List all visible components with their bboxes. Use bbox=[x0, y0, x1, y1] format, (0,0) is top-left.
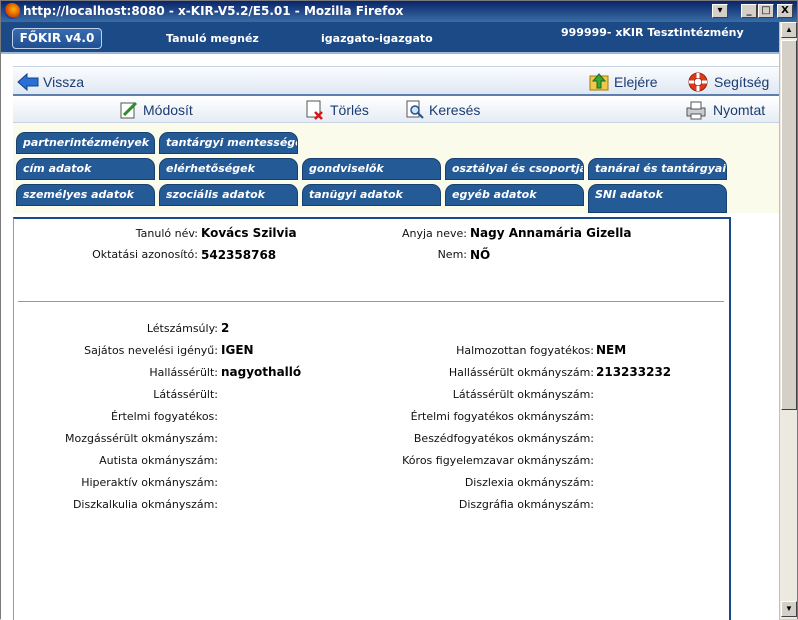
help-button[interactable]: Segítség bbox=[687, 71, 775, 93]
halmozottan-label: Halmozottan fogyatékos: bbox=[456, 344, 594, 357]
diszkalkulia-okmanyszam-label: Diszkalkulia okmányszám: bbox=[72, 498, 218, 511]
maximize-button[interactable]: □ bbox=[758, 4, 774, 18]
tab-egyeb-adatok[interactable]: egyéb adatok bbox=[445, 184, 584, 206]
sex-value: NŐ bbox=[470, 248, 491, 262]
minimize-button[interactable]: _ bbox=[741, 4, 757, 18]
tab-osztalyai-es-csoportjai[interactable]: osztályai és csoportjai bbox=[445, 158, 584, 180]
vertical-scrollbar[interactable]: ▲ ▼ bbox=[779, 22, 797, 619]
student-id-value: 542358768 bbox=[201, 248, 277, 262]
tab-elerhetosegek[interactable]: elérhetőségek bbox=[159, 158, 298, 180]
user-name: igazgato-igazgato bbox=[321, 32, 433, 45]
mother-name-value: Nagy Annamária Gizella bbox=[470, 226, 632, 240]
scroll-down-button[interactable]: ▼ bbox=[781, 601, 797, 617]
window-menu-button[interactable]: ▾ bbox=[712, 4, 728, 18]
diszlexia-okmanyszam-label: Diszlexia okmányszám: bbox=[464, 476, 594, 489]
letszamsuly-value: 2 bbox=[221, 321, 230, 335]
hiperaktiv-okmanyszam-label: Hiperaktív okmányszám: bbox=[81, 476, 218, 489]
page-content: FŐKIR v4.0 Tanuló megnéz igazgato-igazga… bbox=[1, 22, 779, 620]
tab-strip: partnerintézmények tantárgyi mentességek… bbox=[13, 123, 779, 213]
lifebuoy-icon bbox=[688, 72, 708, 92]
printer-icon bbox=[686, 101, 706, 120]
hallasserult-value: nagyothalló bbox=[221, 365, 302, 379]
back-arrow-icon bbox=[17, 73, 39, 91]
browser-window: http://localhost:8080 - x-KIR-V5.2/E5.01… bbox=[0, 0, 798, 620]
sex-label: Nem: bbox=[437, 248, 467, 261]
mother-name-label: Anyja neve: bbox=[401, 227, 467, 240]
tab-cim-adatok[interactable]: cím adatok bbox=[16, 158, 155, 180]
latasserult-label: Látássérült: bbox=[153, 388, 218, 401]
student-id-label: Oktatási azonosító: bbox=[92, 248, 198, 261]
student-name-label: Tanuló név: bbox=[135, 227, 198, 240]
hallasserult-label: Hallássérült: bbox=[149, 366, 218, 379]
close-button[interactable]: X bbox=[777, 4, 793, 18]
ertelmi-fogyatekos-okmanyszam-label: Értelmi fogyatékos okmányszám: bbox=[410, 410, 594, 423]
help-label: Segítség bbox=[714, 74, 770, 90]
delete-button[interactable]: Törlés bbox=[305, 99, 375, 121]
app-header: FŐKIR v4.0 Tanuló megnéz igazgato-igazga… bbox=[1, 22, 779, 54]
action-toolbar: Módosít Törlés Keresés Nyomtat bbox=[13, 97, 779, 123]
firefox-icon bbox=[4, 3, 20, 19]
autista-okmanyszam-label: Autista okmányszám: bbox=[99, 454, 218, 467]
window-title: http://localhost:8080 - x-KIR-V5.2/E5.01… bbox=[23, 4, 404, 18]
tab-gondviselok[interactable]: gondviselők bbox=[302, 158, 441, 180]
back-label: Vissza bbox=[43, 74, 84, 90]
edit-icon bbox=[120, 101, 138, 119]
mozgasserult-okmanyszam-label: Mozgássérült okmányszám: bbox=[64, 432, 218, 445]
tab-tanarai-es-tantargyai[interactable]: tanárai és tantárgyai bbox=[588, 158, 727, 180]
latasserult-okmanyszam-label: Látássérült okmányszám: bbox=[452, 388, 594, 401]
student-name-value: Kovács Szilvia bbox=[201, 226, 297, 240]
print-button[interactable]: Nyomtat bbox=[685, 99, 775, 121]
module-name: Tanuló megnéz bbox=[166, 32, 259, 45]
tab-tantargyi-mentessegek[interactable]: tantárgyi mentességek bbox=[159, 132, 298, 154]
tab-szocialis-adatok[interactable]: szociális adatok bbox=[159, 184, 298, 206]
modify-button[interactable]: Módosít bbox=[119, 99, 199, 121]
app-logo: FŐKIR v4.0 bbox=[12, 28, 102, 49]
first-page-button[interactable]: Elejére bbox=[589, 71, 669, 93]
scroll-thumb[interactable] bbox=[781, 40, 797, 410]
modify-label: Módosít bbox=[143, 102, 193, 118]
koros-figyelemzavar-okmanyszam-label: Kóros figyelemzavar okmányszám: bbox=[402, 454, 594, 467]
delete-label: Törlés bbox=[330, 102, 369, 118]
folder-up-icon bbox=[589, 73, 609, 91]
sajatos-nevelesi-value: IGEN bbox=[221, 343, 254, 357]
beszedfogyatekos-okmanyszam-label: Beszédfogyatékos okmányszám: bbox=[413, 432, 594, 445]
tab-sni-adatok[interactable]: SNI adatok bbox=[588, 184, 727, 213]
tab-szemelyes-adatok[interactable]: személyes adatok bbox=[16, 184, 155, 206]
ertelmi-fogyatekos-label: Értelmi fogyatékos: bbox=[111, 410, 218, 423]
search-document-icon bbox=[406, 100, 424, 119]
back-button[interactable]: Vissza bbox=[17, 71, 97, 93]
delete-document-icon bbox=[306, 100, 323, 120]
scroll-up-button[interactable]: ▲ bbox=[781, 22, 797, 38]
search-label: Keresés bbox=[429, 102, 481, 118]
section-divider bbox=[18, 301, 724, 302]
search-button[interactable]: Keresés bbox=[405, 99, 485, 121]
sajatos-nevelesi-label: Sajátos nevelési igényű: bbox=[84, 344, 218, 357]
letszamsuly-label: Létszámsúly: bbox=[146, 322, 218, 335]
title-bar: http://localhost:8080 - x-KIR-V5.2/E5.01… bbox=[1, 1, 797, 22]
hallasserult-okmanyszam-label: Hallássérült okmányszám: bbox=[448, 366, 594, 379]
sni-panel: Tanuló név: Kovács Szilvia Anyja neve: N… bbox=[13, 217, 731, 620]
tab-partnerintezmenyek[interactable]: partnerintézmények bbox=[16, 132, 155, 154]
first-page-label: Elejére bbox=[614, 74, 658, 90]
tab-tanugyi-adatok[interactable]: tanügyi adatok bbox=[302, 184, 441, 206]
diszgrafia-okmanyszam-label: Diszgráfia okmányszám: bbox=[458, 498, 594, 511]
halmozottan-value: NEM bbox=[596, 343, 627, 357]
navigation-bar: Vissza Elejére Segítség bbox=[13, 66, 779, 96]
print-label: Nyomtat bbox=[713, 102, 766, 118]
institution-name: 999999- xKIR Tesztintézmény bbox=[561, 26, 744, 39]
hallasserult-okmanyszam-value: 213233232 bbox=[596, 365, 672, 379]
